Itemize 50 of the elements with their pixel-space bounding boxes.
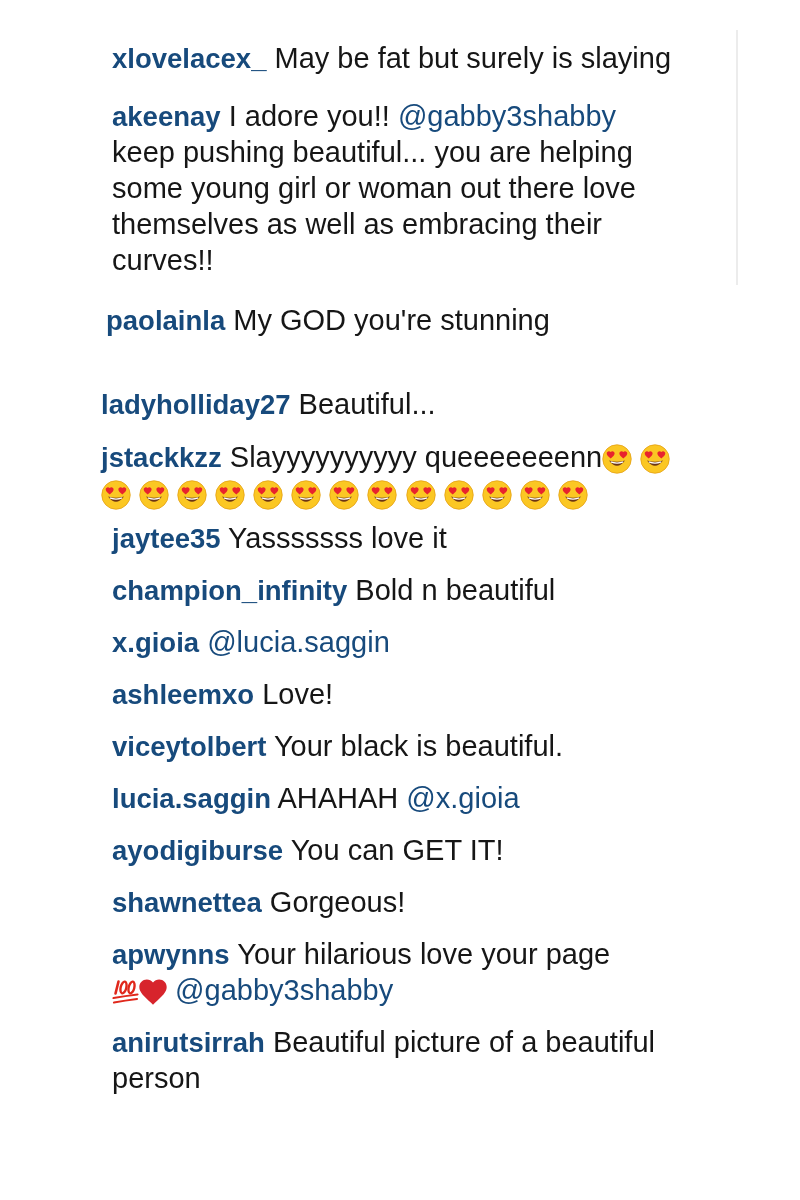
- comment-text: jaytee35 Yasssssss love it: [112, 521, 447, 556]
- username-link[interactable]: akeenay: [112, 101, 221, 132]
- heart-eyes-face-icon: [557, 480, 588, 510]
- heart-eyes-face-icon: [253, 480, 284, 510]
- comment-text: xlovelacex_ May be fat but surely is slaying: [112, 41, 671, 76]
- comment-text: akeenay I adore you!! @gabby3shabby keep pushing beautiful... you are helping some young girl or woman out there love themselves as well as embracing their curves!!: [112, 99, 637, 278]
- username-link[interactable]: champion_infinity: [112, 575, 348, 606]
- heart-eyes-face-icon: [139, 480, 170, 510]
- heart-eyes-face-icon: [101, 480, 131, 510]
- comment-text: ayodigiburse You can GET IT!: [112, 833, 504, 868]
- heart-eyes-face-icon: [640, 444, 671, 474]
- mention-link[interactable]: @gabby3shabby: [397, 100, 617, 132]
- heart-eyes-face-icon: [329, 480, 360, 510]
- heart-eyes-face-icon: [602, 444, 633, 474]
- comment-text: viceytolbert Your black is beautiful.: [112, 729, 564, 764]
- heart-eyes-face-icon: [481, 480, 512, 510]
- comment-text: ashleemxo Love!: [112, 677, 334, 712]
- comment-text: paolainla My GOD you're stunning: [106, 303, 550, 338]
- heart-eyes-face-icon: [443, 480, 474, 510]
- username-link[interactable]: viceytolbert: [112, 731, 267, 762]
- username-link[interactable]: ashleemxo: [112, 679, 255, 710]
- heart-eyes-face-icon: [367, 480, 398, 510]
- heart-eyes-face-icon: [215, 480, 246, 510]
- heart-eyes-face-icon: [291, 480, 322, 510]
- comment-text: jstackkzz Slayyyyyyyyyy queeeeeeenn: [101, 439, 691, 511]
- username-link[interactable]: x.gioia: [112, 627, 200, 658]
- username-link[interactable]: ayodigiburse: [112, 835, 284, 866]
- username-link[interactable]: shawnettea: [112, 887, 262, 918]
- username-link[interactable]: lucia.saggin: [112, 783, 271, 814]
- mention-link[interactable]: @x.gioia: [406, 782, 520, 814]
- username-link[interactable]: paolainla: [106, 305, 226, 336]
- heart-eyes-face-icon: [177, 480, 208, 510]
- heart-eyes-face-icon: [405, 480, 436, 510]
- username-link[interactable]: jstackkzz: [101, 442, 222, 473]
- heart-eyes-face-icon: [519, 480, 550, 510]
- comment-text: shawnettea Gorgeous!: [112, 885, 406, 920]
- heart-icon: [139, 979, 167, 1005]
- comment-text: apwynns Your hilarious love your page @gabby3shabby: [112, 937, 612, 1008]
- comment-text: lucia.saggin AHAHAH @x.gioia: [112, 781, 520, 816]
- hundred-points-icon: [112, 979, 139, 1005]
- mention-link[interactable]: @lucia.saggin: [207, 626, 390, 658]
- mention-link[interactable]: @gabby3shabby: [175, 974, 394, 1006]
- username-link[interactable]: ladyholliday27: [101, 389, 291, 420]
- comment-text: ladyholliday27 Beautiful...: [101, 387, 436, 422]
- username-link[interactable]: apwynns: [112, 939, 230, 970]
- username-link[interactable]: xlovelacex_: [112, 43, 267, 74]
- username-link[interactable]: jaytee35: [112, 523, 221, 554]
- username-link[interactable]: anirutsirrah: [112, 1027, 265, 1058]
- comment-text: champion_infinity Bold n beautiful: [112, 573, 556, 608]
- comment-text: anirutsirrah Beautiful picture of a beautiful person: [112, 1025, 656, 1096]
